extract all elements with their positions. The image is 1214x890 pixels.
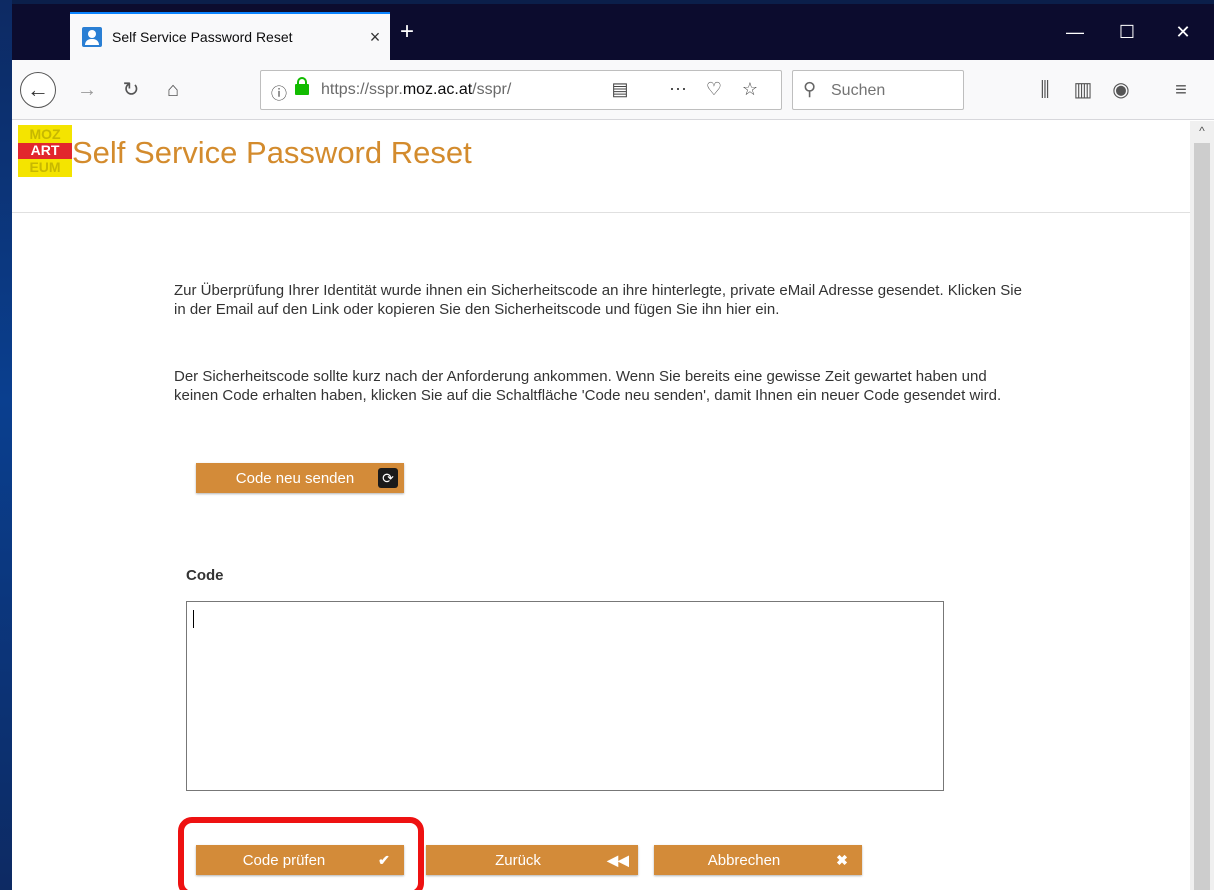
bookmark-star-icon[interactable]: ☆ [737, 79, 763, 100]
reload-icon: ↻ [122, 79, 140, 101]
instruction-text-1: Zur Überprüfung Ihrer Identität wurde ih… [174, 282, 1022, 318]
logo-line-2: ART [18, 143, 72, 159]
page-header: MOZ ART EUM Self Service Password Reset [12, 121, 1190, 213]
arrow-forward-icon: → [77, 79, 97, 101]
url-scheme: https://sspr. [321, 81, 403, 98]
page-actions-icon[interactable]: ⋯ [665, 79, 691, 100]
home-icon: ⌂ [166, 79, 180, 101]
search-placeholder: Suchen [831, 82, 886, 99]
lock-icon[interactable] [295, 77, 309, 95]
url-path: /sspr/ [472, 81, 512, 98]
text-caret [193, 610, 194, 628]
resend-code-label: Code neu senden [235, 469, 355, 487]
favicon-icon [82, 27, 102, 47]
cancel-button[interactable]: Abbrechen ✖ [654, 845, 862, 875]
browser-titlebar: Self Service Password Reset × + — ☐ ✕ [12, 4, 1214, 60]
navigation-toolbar: ← → ↻ ⌂ ⓘ https://sspr.moz.ac.at/sspr/ ▤… [12, 60, 1214, 120]
minimize-button[interactable]: — [1052, 18, 1098, 46]
browser-window: Self Service Password Reset × + — ☐ ✕ ← … [12, 4, 1214, 890]
scroll-thumb[interactable] [1194, 143, 1210, 890]
tab-title: Self Service Password Reset [112, 29, 293, 45]
annotation-highlight [178, 817, 424, 890]
browser-tab[interactable]: Self Service Password Reset × [70, 12, 390, 60]
pocket-icon[interactable]: ♡ [701, 79, 727, 100]
page-title: Self Service Password Reset [72, 135, 472, 170]
page-content: MOZ ART EUM Self Service Password Reset … [12, 121, 1190, 890]
cancel-label: Abbrechen [707, 851, 781, 869]
menu-icon: ≡ [1175, 79, 1187, 101]
logo-line-3: EUM [29, 159, 61, 175]
reader-view-icon[interactable]: ▤ [607, 79, 633, 100]
logo-line-1: MOZ [29, 126, 61, 142]
url-bar[interactable]: ⓘ https://sspr.moz.ac.at/sspr/ ▤ ⋯ ♡ ☆ [260, 70, 782, 110]
back-form-button[interactable]: Zurück ◀◀ [426, 845, 638, 875]
library-icon: ⫼ [1040, 79, 1050, 101]
account-button[interactable]: ◉ [1106, 72, 1136, 108]
refresh-icon: ⟳ [378, 468, 398, 488]
sidebar-button[interactable]: ▥ [1068, 72, 1098, 108]
code-input[interactable] [186, 601, 944, 791]
close-window-button[interactable]: ✕ [1160, 18, 1206, 46]
resend-code-button[interactable]: Code neu senden ⟳ [196, 463, 404, 493]
arrow-back-icon: ← [27, 77, 49, 102]
menu-button[interactable]: ≡ [1166, 72, 1196, 108]
sidebar-icon: ▥ [1073, 79, 1093, 101]
code-label: Code [186, 567, 224, 584]
close-icon: ✖ [836, 851, 848, 868]
desktop-background [0, 0, 12, 890]
back-button[interactable]: ← [20, 72, 56, 108]
url-text[interactable]: https://sspr.moz.ac.at/sspr/ [321, 81, 565, 99]
back-form-label: Zurück [495, 851, 541, 869]
account-icon: ◉ [1112, 79, 1130, 101]
forward-button[interactable]: → [72, 72, 102, 108]
library-button[interactable]: ⫼ [1030, 72, 1060, 108]
new-tab-button[interactable]: + [392, 18, 422, 48]
instruction-text-2: Der Sicherheitscode sollte kurz nach der… [174, 368, 1002, 404]
maximize-button[interactable]: ☐ [1104, 18, 1150, 46]
scroll-up-icon[interactable]: ^ [1190, 121, 1214, 141]
double-chevron-left-icon: ◀◀ [607, 851, 629, 868]
tab-close-icon[interactable]: × [360, 27, 390, 48]
url-host: moz.ac.at [402, 81, 473, 98]
search-icon: ⚲ [803, 79, 817, 99]
info-icon[interactable]: ⓘ [271, 80, 287, 104]
home-button[interactable]: ⌂ [158, 72, 188, 108]
vertical-scrollbar[interactable]: ^ [1190, 121, 1214, 890]
reload-button[interactable]: ↻ [116, 72, 146, 108]
search-bar[interactable]: ⚲ Suchen [792, 70, 964, 110]
mozarteum-logo: MOZ ART EUM [18, 125, 72, 177]
